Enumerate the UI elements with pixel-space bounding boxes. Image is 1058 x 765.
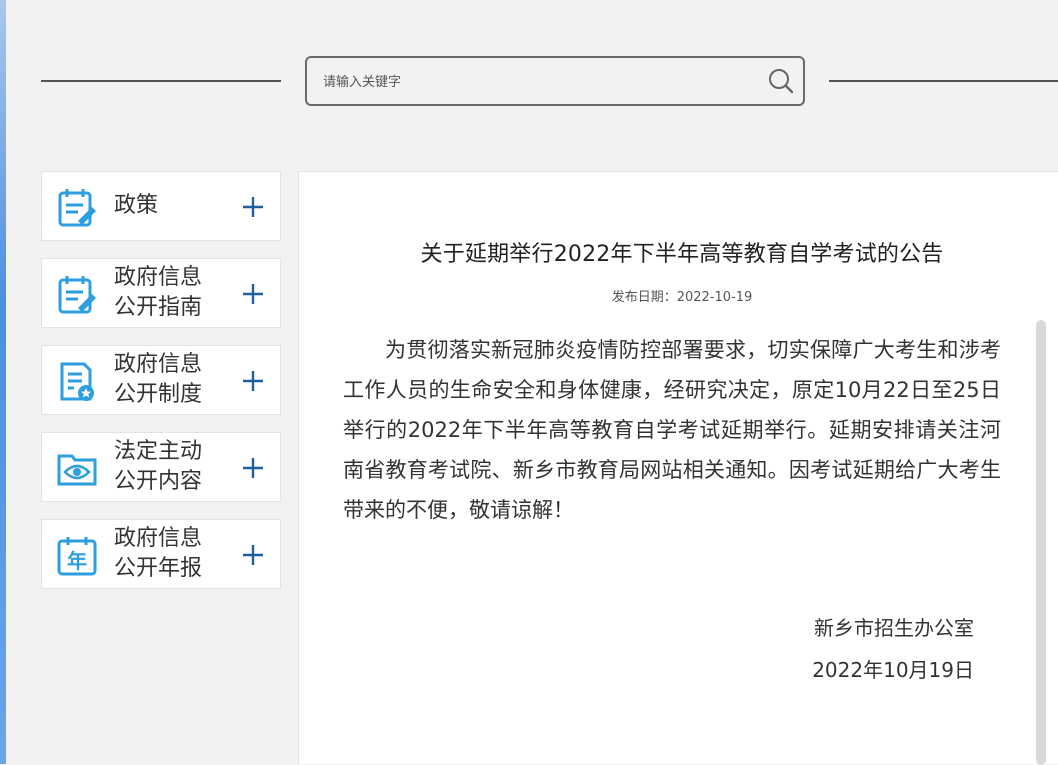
- search-icon[interactable]: [767, 67, 795, 95]
- sidebar-item-label: 政府信息 公开指南: [114, 265, 203, 320]
- sidebar-item-policy[interactable]: 政策: [41, 171, 281, 241]
- vertical-scrollbar[interactable]: [1036, 320, 1046, 765]
- search-input[interactable]: [321, 70, 755, 94]
- window-left-edge: [0, 0, 6, 764]
- annual-calendar-icon: 年: [56, 535, 98, 577]
- expand-plus-icon[interactable]: [242, 544, 264, 566]
- article-title: 关于延期举行2022年下半年高等教育自学考试的公告: [420, 242, 944, 267]
- sidebar: 政策 政府信息 公开指南 政府信息 公开制度 法定主动 公开内容 年 政府信息 …: [41, 171, 281, 606]
- sidebar-item-label: 法定主动 公开内容: [114, 439, 203, 494]
- sidebar-item-label: 政府信息 公开年报: [114, 526, 203, 581]
- sidebar-item-statutory-content[interactable]: 法定主动 公开内容: [41, 432, 281, 502]
- svg-text:年: 年: [67, 549, 87, 573]
- article-panel: 关于延期举行2022年下半年高等教育自学考试的公告 发布日期：2022-10-1…: [298, 171, 1058, 765]
- sidebar-item-disclosure-system[interactable]: 政府信息 公开制度: [41, 345, 281, 415]
- policy-doc-icon: [56, 187, 98, 229]
- folder-eye-icon: [56, 448, 98, 490]
- search-divider-right: [829, 80, 1058, 82]
- sidebar-item-label: 政府信息 公开制度: [114, 352, 203, 407]
- article-body: 为贯彻落实新冠肺炎疫情防控部署要求，切实保障广大考生和涉考工作人员的生命安全和身…: [343, 338, 1001, 522]
- signature-organization: 新乡市招生办公室: [814, 616, 974, 640]
- guide-doc-icon: [56, 274, 98, 316]
- sidebar-item-label: 政策: [114, 193, 159, 218]
- expand-plus-icon[interactable]: [242, 370, 264, 392]
- expand-plus-icon[interactable]: [242, 196, 264, 218]
- system-doc-icon: [56, 361, 98, 403]
- sidebar-item-disclosure-guide[interactable]: 政府信息 公开指南: [41, 258, 281, 328]
- signature-date: 2022年10月19日: [812, 658, 974, 682]
- search-bar: [305, 56, 805, 106]
- sidebar-item-annual-report[interactable]: 年 政府信息 公开年报: [41, 519, 281, 589]
- publish-date: 发布日期：2022-10-19: [611, 290, 753, 305]
- search-divider-left: [41, 80, 281, 82]
- expand-plus-icon[interactable]: [242, 283, 264, 305]
- expand-plus-icon[interactable]: [242, 457, 264, 479]
